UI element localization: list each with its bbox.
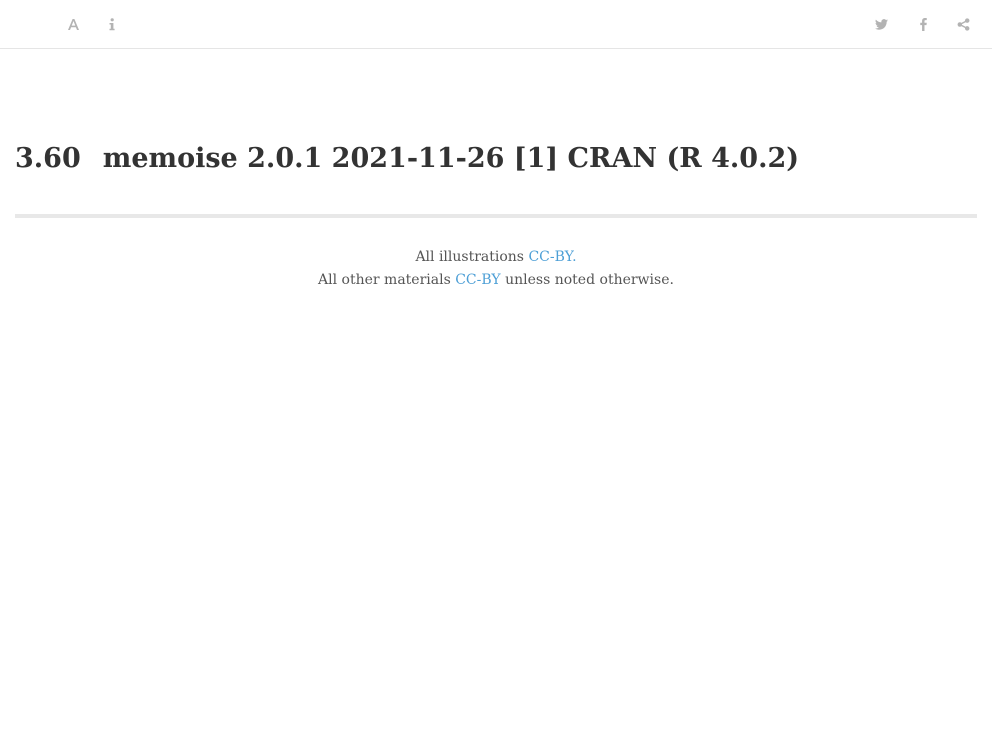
illustrations-license-link[interactable]: CC-BY. [528, 249, 576, 265]
book-toolbar [0, 0, 992, 49]
share-icon [957, 17, 969, 31]
share-button[interactable] [951, 12, 975, 36]
twitter-icon [874, 18, 888, 30]
materials-license-text: All other materials [318, 272, 451, 288]
font-icon [67, 18, 79, 30]
illustrations-license-line: All illustrations CC-BY. [15, 246, 977, 269]
twitter-share-button[interactable] [869, 12, 893, 36]
facebook-share-button[interactable] [911, 12, 935, 36]
section-title: memoise 2.0.1 2021-11-26 [1] CRAN (R 4.0… [102, 143, 800, 174]
license-footer: All illustrations CC-BY. All other mater… [15, 246, 977, 292]
facebook-icon [919, 17, 927, 31]
font-settings-button[interactable] [61, 12, 85, 36]
materials-license-suffix: unless noted otherwise. [505, 272, 674, 288]
info-icon [109, 17, 115, 30]
section-number: 3.60 [15, 143, 81, 174]
illustrations-license-text: All illustrations [415, 249, 524, 265]
info-button[interactable] [100, 12, 124, 36]
footer-divider [15, 214, 977, 218]
materials-license-link[interactable]: CC-BY [455, 272, 500, 288]
materials-license-line: All other materials CC-BY unless noted o… [15, 269, 977, 292]
page-title: 3.60 memoise 2.0.1 2021-11-26 [1] CRAN (R… [15, 143, 799, 174]
